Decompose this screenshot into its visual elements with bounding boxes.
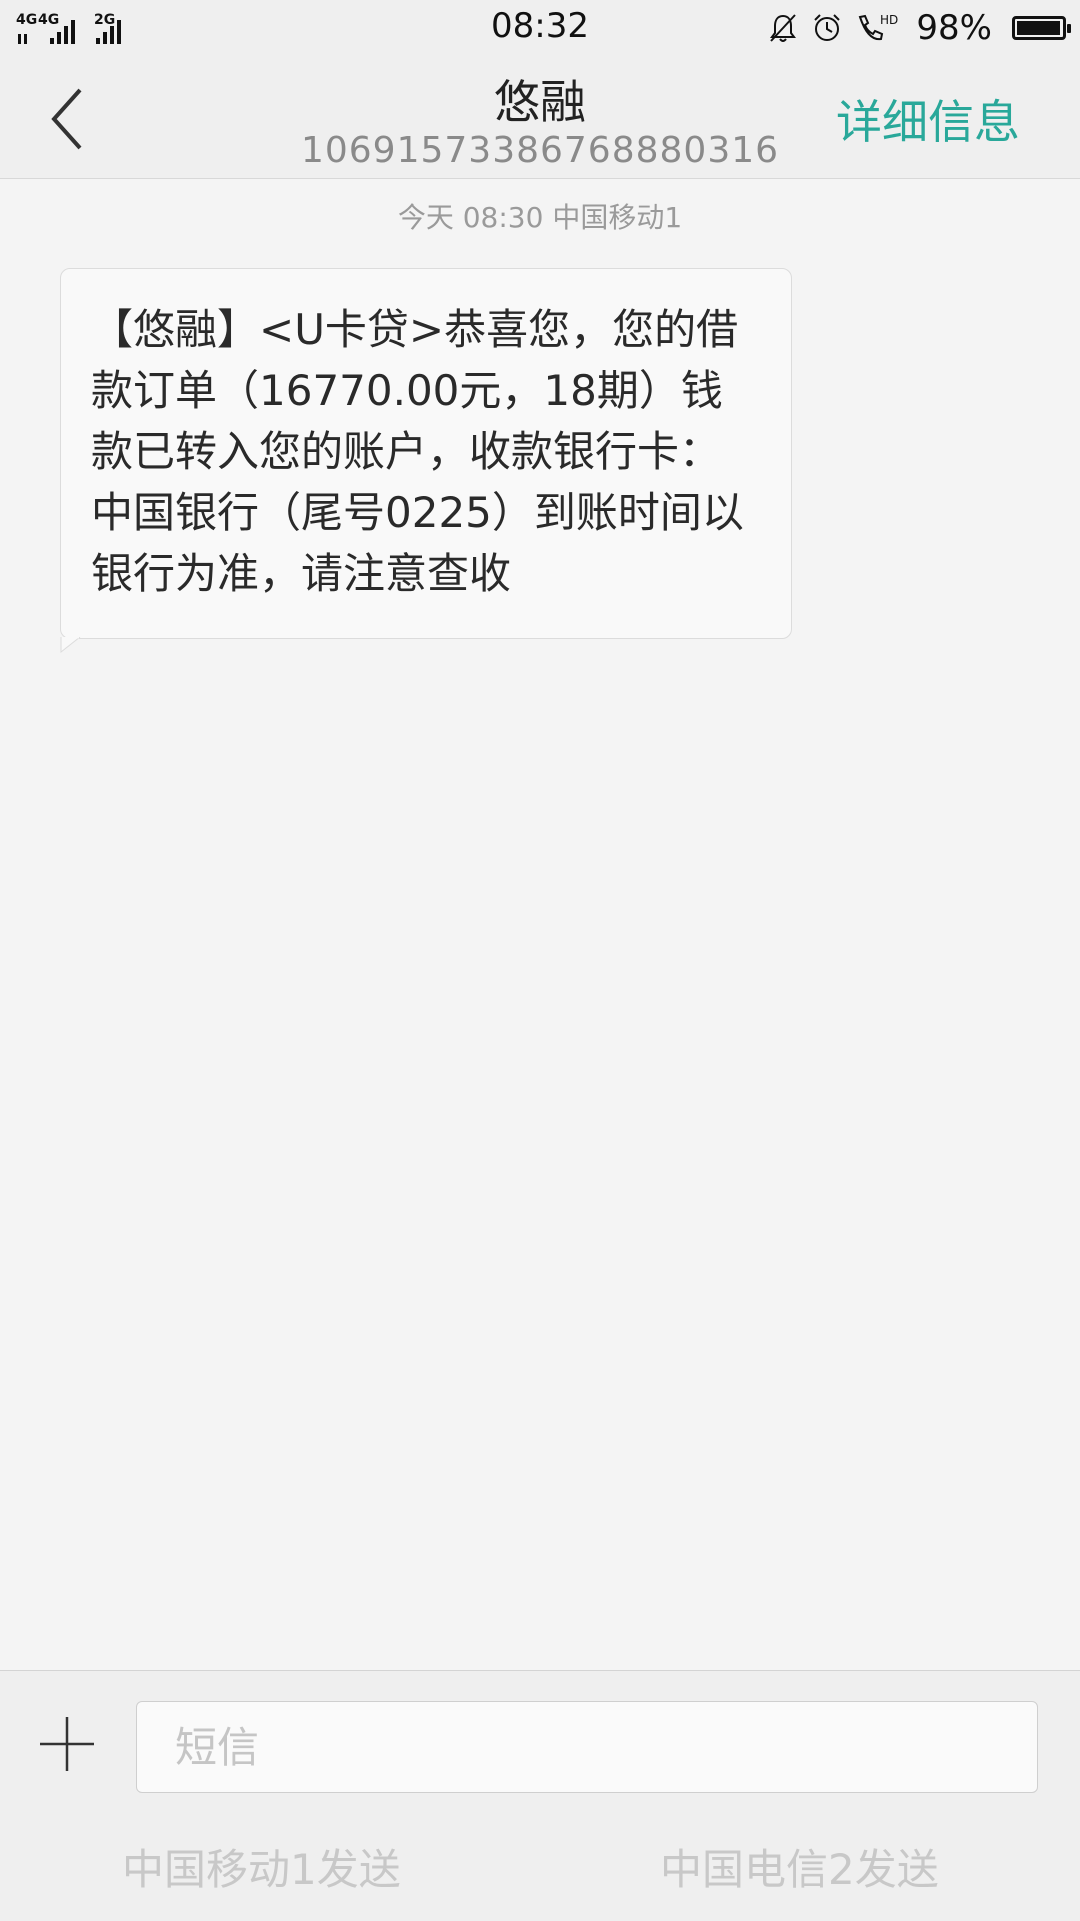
- message-text: 【悠融】<U卡贷>恭喜您，您的借款订单（16770.00元，18期）钱款已转入您…: [91, 305, 744, 598]
- status-icons: HD 98%: [766, 6, 1071, 50]
- battery-fill: [1017, 21, 1061, 35]
- mute-bell-icon: [770, 14, 797, 42]
- battery-icon: [1012, 16, 1071, 40]
- alarm-icon: [814, 14, 841, 41]
- send-sim2-button[interactable]: 中国电信2发送: [660, 1836, 939, 1897]
- message-timestamp: 今天 08:30 中国移动1: [397, 201, 683, 234]
- send-sim1-button[interactable]: 中国移动1发送: [122, 1836, 401, 1897]
- status-bar: 4G 4G 2G 08:32 HD 98%: [0, 0, 1080, 56]
- battery-percent: 98%: [916, 8, 992, 48]
- message-bubble-wrapper: 【悠融】<U卡贷>恭喜您，您的借款订单（16770.00元，18期）钱款已转入您…: [60, 268, 792, 653]
- composer-bar: 中国移动1发送 中国电信2发送: [0, 1670, 1080, 1921]
- plus-icon[interactable]: [38, 1715, 96, 1773]
- details-button[interactable]: 详细信息: [836, 86, 1020, 152]
- message-bubble[interactable]: 【悠融】<U卡贷>恭喜您，您的借款订单（16770.00元，18期）钱款已转入您…: [60, 268, 792, 639]
- message-input[interactable]: [136, 1701, 1038, 1793]
- hd-call-icon: HD: [859, 13, 898, 41]
- conversation-header: 悠融 1069157338676888031​6 详细信息: [0, 56, 1080, 179]
- bubble-tail: [60, 637, 81, 653]
- hd-label: HD: [880, 13, 898, 27]
